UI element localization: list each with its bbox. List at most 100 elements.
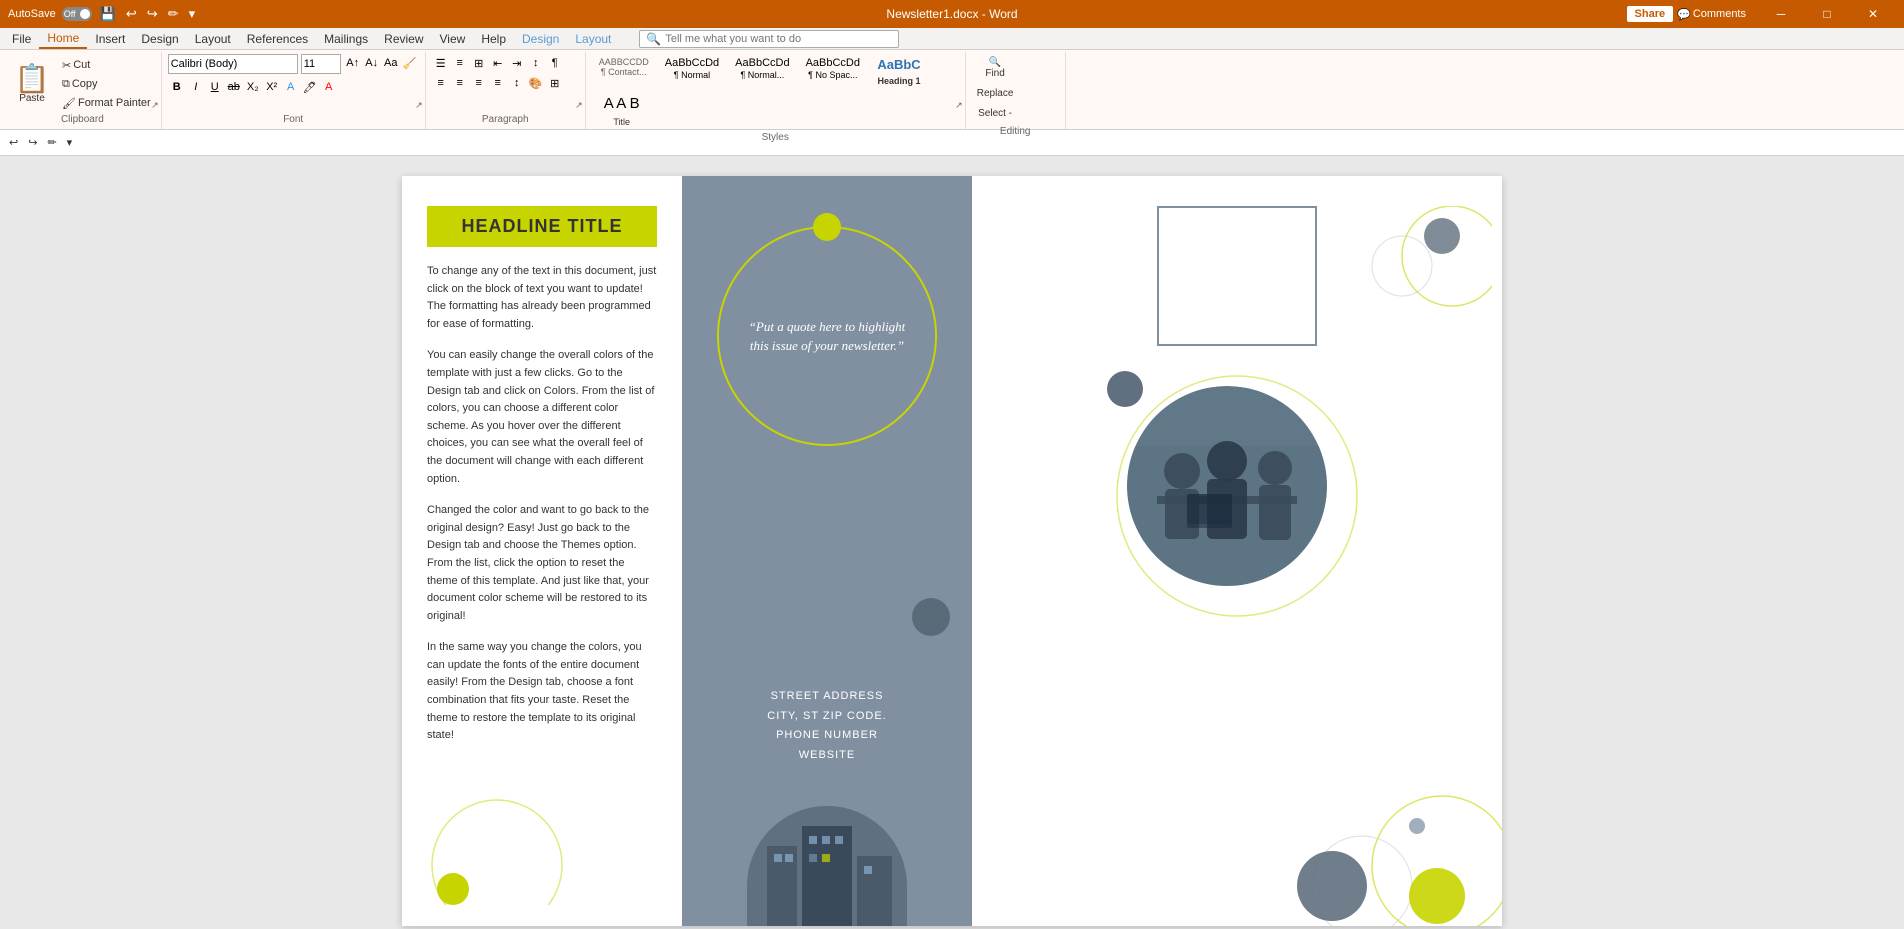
menu-view[interactable]: View (432, 30, 474, 48)
headline-banner[interactable]: HEADLINE TITLE (427, 206, 657, 247)
select-button[interactable]: Select - (972, 105, 1019, 122)
select-label: Select - (978, 108, 1012, 119)
line-spacing-button[interactable]: ↕ (508, 74, 526, 92)
font-color-button[interactable]: A (320, 78, 338, 96)
justify-button[interactable]: ≡ (489, 74, 507, 92)
bold-button[interactable]: B (168, 78, 186, 96)
strikethrough-button[interactable]: ab (225, 78, 243, 96)
paragraph-expand-icon[interactable]: ↗ (575, 100, 583, 111)
decrease-indent-button[interactable]: ⇤ (489, 54, 507, 72)
decrease-font-button[interactable]: A↓ (363, 54, 381, 72)
cut-button[interactable]: ✂ Cut (58, 56, 155, 74)
show-marks-button[interactable]: ¶ (546, 54, 564, 72)
align-buttons: ≡ ≡ ≡ ≡ ↕ 🎨 ⊞ (432, 74, 564, 92)
body-text-3[interactable]: Changed the color and want to go back to… (427, 502, 657, 625)
body-text-1[interactable]: To change any of the text in this docume… (427, 263, 657, 333)
find-button[interactable]: 🔍 Find (972, 54, 1019, 82)
clipboard-expand-icon[interactable]: ↗ (151, 100, 159, 111)
text-effect-button[interactable]: A (282, 78, 300, 96)
save-icon[interactable]: 💾 (98, 4, 118, 24)
align-center-button[interactable]: ≡ (451, 74, 469, 92)
undo-bar-icon[interactable]: ↩ (6, 135, 21, 150)
menu-references[interactable]: References (239, 30, 316, 48)
font-name-input[interactable] (168, 54, 298, 74)
comments-button[interactable]: 💬 Comments (1677, 8, 1746, 21)
left-column: HEADLINE TITLE To change any of the text… (402, 176, 682, 926)
draw-bar-icon[interactable]: ✏ (44, 135, 59, 150)
draw-icon[interactable]: ✏ (166, 4, 181, 24)
headline-title: HEADLINE TITLE (462, 216, 623, 236)
italic-button[interactable]: I (187, 78, 205, 96)
minimize-button[interactable]: ─ (1758, 0, 1804, 28)
toggle-knob (80, 9, 90, 19)
font-size-input[interactable] (301, 54, 341, 74)
dark-dot-dec (1107, 371, 1143, 407)
style-title[interactable]: A A BTitle (592, 92, 652, 132)
document-title: Newsletter1.docx - Word (886, 7, 1017, 21)
align-right-button[interactable]: ≡ (470, 74, 488, 92)
more-icon[interactable]: ▾ (187, 4, 198, 24)
underline-button[interactable]: U (206, 78, 224, 96)
menu-mailings[interactable]: Mailings (316, 30, 376, 48)
style-heading1[interactable]: AaBbCHeading 1 (869, 54, 929, 90)
team-photo-circle (1127, 386, 1327, 586)
increase-font-button[interactable]: A↑ (344, 54, 362, 72)
font-group-label: Font (168, 114, 419, 127)
menu-home[interactable]: Home (39, 29, 87, 49)
shading-button[interactable]: 🎨 (527, 74, 545, 92)
redo-bar-icon[interactable]: ↪ (25, 135, 40, 150)
menu-insert[interactable]: Insert (87, 30, 133, 48)
replace-button[interactable]: Replace (972, 85, 1019, 102)
bullets-button[interactable]: ☰ (432, 54, 450, 72)
more-bar-icon[interactable]: ▾ (64, 135, 76, 150)
superscript-button[interactable]: X² (263, 78, 281, 96)
format-buttons: B I U ab X₂ X² A 🖊 A (168, 78, 419, 96)
restore-button[interactable]: □ (1804, 0, 1850, 28)
font-group: A↑ A↓ Aa 🧹 B I U ab X₂ X² A 🖊 A Font ↗ (162, 52, 426, 129)
menu-design[interactable]: Design (133, 30, 186, 48)
menu-layout2[interactable]: Layout (567, 30, 619, 48)
menu-help[interactable]: Help (473, 30, 514, 48)
lime-circle-bottom (437, 873, 469, 905)
body-text-4[interactable]: In the same way you change the colors, y… (427, 639, 657, 745)
paste-button[interactable]: 📋 Paste (10, 57, 54, 111)
change-case-button[interactable]: Aa (382, 54, 400, 72)
sort-button[interactable]: ↕ (527, 54, 545, 72)
undo-icon[interactable]: ↩ (124, 4, 139, 24)
font-expand-icon[interactable]: ↗ (415, 100, 423, 111)
menu-file[interactable]: File (4, 30, 39, 48)
comments-label: Comments (1693, 8, 1746, 20)
body-text-2[interactable]: You can easily change the overall colors… (427, 347, 657, 488)
format-painter-button[interactable]: 🖌 Format Painter (58, 94, 155, 112)
highlight-button[interactable]: 🖊 (301, 78, 319, 96)
autosave-toggle[interactable]: Off (62, 7, 92, 21)
team-svg (1127, 386, 1327, 586)
title-bar: AutoSave Off 💾 ↩ ↪ ✏ ▾ Newsletter1.docx … (0, 0, 1904, 28)
style-contact[interactable]: AABBCCDD¶ Contact... (592, 54, 656, 90)
copy-button[interactable]: ⧉ Copy (58, 75, 155, 93)
menu-design2[interactable]: Design (514, 30, 567, 48)
menu-review[interactable]: Review (376, 30, 431, 48)
quote-circle[interactable]: “Put a quote here to highlight this issu… (717, 226, 937, 446)
style-normal[interactable]: AaBbCcDd¶ Normal (658, 54, 726, 90)
share-button[interactable]: Share (1627, 6, 1674, 22)
clear-format-button[interactable]: 🧹 (401, 54, 419, 72)
search-input[interactable] (665, 33, 885, 45)
styles-group-label: Styles (592, 132, 959, 145)
multilevel-button[interactable]: ⊞ (470, 54, 488, 72)
subscript-button[interactable]: X₂ (244, 78, 262, 96)
quote-dot (813, 213, 841, 241)
close-button[interactable]: ✕ (1850, 0, 1896, 28)
align-left-button[interactable]: ≡ (432, 74, 450, 92)
dec-circles-svg (1292, 206, 1492, 386)
styles-expand-icon[interactable]: ↗ (955, 100, 963, 111)
increase-indent-button[interactable]: ⇥ (508, 54, 526, 72)
document-area[interactable]: HEADLINE TITLE To change any of the text… (0, 156, 1904, 929)
menu-layout[interactable]: Layout (187, 30, 239, 48)
redo-icon[interactable]: ↪ (145, 4, 160, 24)
style-no-spacing[interactable]: AaBbCcDd¶ No Spac... (799, 54, 867, 90)
style-normal2[interactable]: AaBbCcDd¶ Normal... (728, 54, 796, 90)
numbering-button[interactable]: ≡ (451, 54, 469, 72)
borders-button[interactable]: ⊞ (546, 74, 564, 92)
window-controls: ─ □ ✕ (1758, 0, 1896, 28)
